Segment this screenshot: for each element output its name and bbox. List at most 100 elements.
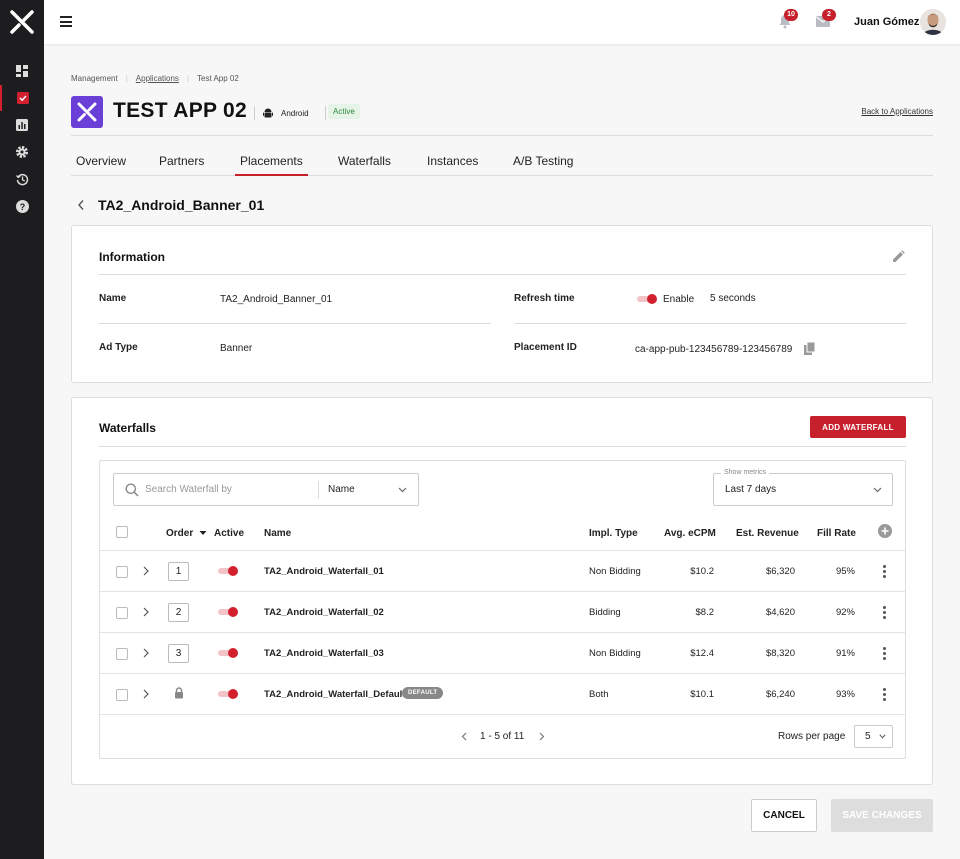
more-options-icon[interactable]	[883, 565, 887, 579]
next-page-icon[interactable]	[539, 732, 545, 741]
row-checkbox[interactable]	[116, 566, 128, 578]
user-name[interactable]: Juan Gómez	[854, 16, 919, 28]
chevron-right-icon[interactable]	[143, 689, 149, 699]
active-toggle[interactable]	[218, 607, 238, 617]
divider	[71, 135, 933, 136]
tab-placements[interactable]: Placements	[235, 154, 308, 176]
tab-waterfalls[interactable]: Waterfalls	[338, 154, 391, 176]
sidebar-item-help[interactable]: ?	[0, 193, 44, 219]
add-waterfall-button[interactable]: ADD WATERFALL	[810, 416, 906, 438]
back-button[interactable]	[77, 199, 87, 211]
information-title: Information	[99, 250, 165, 264]
tab-partners[interactable]: Partners	[159, 154, 204, 176]
active-toggle[interactable]	[218, 566, 238, 576]
fill-rate: 93%	[835, 689, 855, 700]
order-input[interactable]: 1	[168, 562, 189, 581]
divider	[99, 323, 491, 324]
fill-rate: 91%	[835, 648, 855, 659]
active-toggle[interactable]	[218, 648, 238, 658]
divider	[100, 591, 905, 592]
refresh-time-value: 5 seconds	[710, 293, 756, 304]
chevron-down-icon[interactable]	[398, 487, 407, 493]
breadcrumb-separator: |	[125, 74, 128, 83]
sidebar-item-history[interactable]	[0, 166, 44, 192]
order-input[interactable]: 3	[168, 644, 189, 663]
breadcrumb-management[interactable]: Management	[71, 74, 118, 83]
name-value: TA2_Android_Banner_01	[220, 294, 333, 305]
copy-button[interactable]	[804, 341, 816, 359]
default-badge: DEFAULT	[402, 687, 444, 699]
waterfall-name[interactable]: TA2_Android_Waterfall_Default	[264, 689, 405, 700]
cancel-button[interactable]: CANCEL	[751, 799, 817, 832]
breadcrumb-separator: |	[186, 74, 189, 83]
column-impl-type: Impl. Type	[589, 528, 638, 539]
notifications-button[interactable]: 10	[778, 9, 798, 30]
dashboard-icon	[16, 65, 28, 77]
tab-overview[interactable]: Overview	[76, 154, 126, 176]
copy-icon	[804, 341, 816, 355]
topbar: 10 2 Juan Gómez	[44, 0, 960, 44]
chevron-right-icon[interactable]	[143, 648, 149, 658]
breadcrumb-applications[interactable]: Applications	[136, 74, 179, 83]
app-logo-icon[interactable]	[8, 8, 36, 36]
fill-rate: 95%	[835, 566, 855, 577]
back-to-applications-link[interactable]: Back to Applications	[861, 107, 933, 116]
active-toggle[interactable]	[218, 689, 238, 699]
chevron-right-icon[interactable]	[143, 566, 149, 576]
rows-per-page-value: 5	[865, 731, 871, 742]
help-icon: ?	[15, 199, 29, 213]
search-waterfall: Search Waterfall by Name	[113, 473, 419, 506]
plus-circle-icon	[878, 524, 892, 538]
row-checkbox[interactable]	[116, 689, 128, 701]
messages-button[interactable]: 2	[816, 9, 836, 30]
information-card: Information Name TA2_Android_Banner_01 A…	[71, 225, 933, 383]
tab-ab-testing[interactable]: A/B Testing	[513, 154, 573, 176]
show-metrics-select[interactable]: Show metrics Last 7 days	[713, 469, 893, 506]
more-options-icon[interactable]	[883, 647, 887, 661]
menu-icon[interactable]	[60, 16, 72, 27]
row-checkbox[interactable]	[116, 607, 128, 619]
select-all-checkbox[interactable]	[116, 526, 128, 538]
waterfalls-card: Waterfalls ADD WATERFALL Search Waterfal…	[71, 397, 933, 785]
order-input[interactable]: 2	[168, 603, 189, 622]
fill-rate: 92%	[835, 607, 855, 618]
sidebar: ?	[0, 0, 44, 859]
status-badge: Active	[328, 104, 360, 119]
column-name: Name	[264, 528, 292, 539]
divider	[100, 632, 905, 633]
waterfall-name[interactable]: TA2_Android_Waterfall_01	[264, 566, 384, 577]
avatar[interactable]	[920, 9, 946, 35]
sidebar-item-placements[interactable]	[0, 85, 44, 111]
sidebar-item-settings[interactable]	[0, 139, 44, 165]
sidebar-item-reports[interactable]	[0, 112, 44, 138]
history-icon	[15, 173, 28, 185]
impl-type: Bidding	[589, 607, 621, 618]
waterfall-name[interactable]: TA2_Android_Waterfall_03	[264, 648, 384, 659]
waterfall-name[interactable]: TA2_Android_Waterfall_02	[264, 607, 384, 618]
checkbox-icon	[17, 92, 29, 104]
sidebar-item-dashboard[interactable]	[0, 58, 44, 84]
ad-type-label: Ad Type	[99, 342, 138, 353]
name-label: Name	[99, 293, 127, 304]
impl-type: Both	[589, 689, 609, 700]
app-icon	[71, 96, 103, 128]
tab-instances[interactable]: Instances	[427, 154, 478, 176]
tabs: Overview Partners Placements Waterfalls …	[71, 148, 933, 176]
avg-ecpm: $8.2	[695, 607, 715, 618]
prev-page-icon[interactable]	[461, 732, 467, 741]
refresh-toggle[interactable]	[637, 294, 657, 304]
divider	[100, 673, 905, 674]
search-by-select[interactable]: Name	[328, 484, 355, 495]
divider	[100, 714, 905, 715]
save-changes-button[interactable]: SAVE CHANGES	[831, 799, 933, 832]
more-options-icon[interactable]	[883, 606, 887, 620]
add-column-button[interactable]	[878, 524, 892, 541]
more-options-icon[interactable]	[883, 688, 887, 702]
edit-button[interactable]	[892, 250, 905, 266]
chevron-right-icon[interactable]	[143, 607, 149, 617]
column-order[interactable]: Order	[166, 528, 207, 539]
divider	[100, 550, 905, 551]
rows-per-page-label: Rows per page	[778, 731, 846, 742]
rows-per-page-select[interactable]: 5	[854, 725, 893, 748]
row-checkbox[interactable]	[116, 648, 128, 660]
